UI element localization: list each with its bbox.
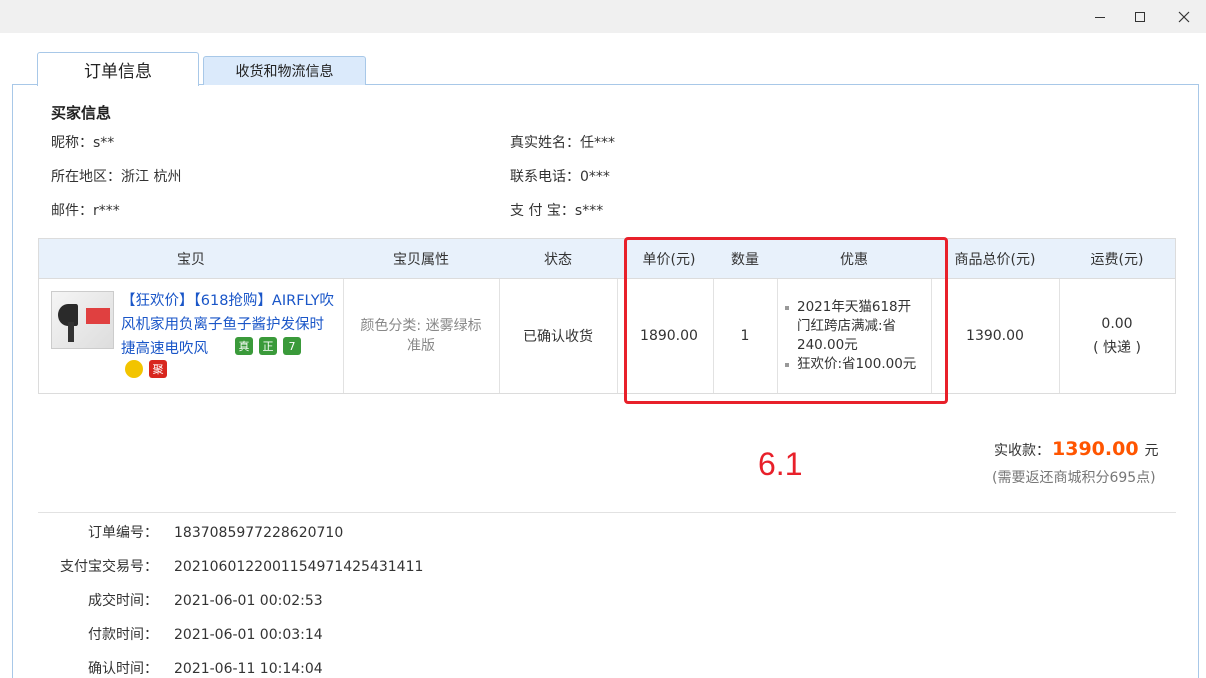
ju-badge-icon: 聚	[149, 360, 167, 378]
tab-shipping-info-label: 收货和物流信息	[235, 64, 334, 80]
item-status: 已确认收货	[523, 329, 593, 345]
realname-label: 真实姓名：	[510, 135, 580, 151]
annotation-label: 6.1	[758, 446, 803, 482]
close-icon[interactable]	[1172, 6, 1196, 28]
phone-row: 联系电话：0***	[510, 166, 610, 186]
order-number-row: 订单编号： 1837085977228620710	[38, 522, 343, 542]
email-label: 邮件：	[51, 203, 93, 219]
confirm-time-label: 确认时间：	[88, 661, 158, 677]
product-thumbnail[interactable]	[51, 291, 114, 349]
col-header-attribute: 宝贝属性	[393, 252, 449, 268]
minimize-icon[interactable]	[1088, 6, 1112, 28]
alipay-trade-row: 支付宝交易号： 2021060122001154971425431411	[38, 556, 423, 576]
alipay-label: 支 付 宝：	[510, 203, 575, 219]
phone-label: 联系电话：	[510, 169, 580, 185]
nickname-value: s**	[93, 135, 115, 151]
confirm-time-value: 2021-06-11 10:14:04	[174, 661, 323, 677]
authentic-badge-icon: 真	[235, 337, 253, 355]
deal-time-value: 2021-06-01 00:02:53	[174, 593, 323, 609]
points-note: (需要返还商城积分695点)	[992, 470, 1156, 486]
alipay-value: s***	[574, 203, 604, 219]
nickname-row: 昵称：s**	[51, 132, 114, 152]
col-header-status: 状态	[544, 252, 572, 268]
received-currency: 元	[1144, 443, 1159, 459]
alipay-trade-value: 2021060122001154971425431411	[174, 559, 424, 575]
realname-value: 任***	[580, 135, 615, 151]
item-total: 1390.00	[966, 328, 1024, 344]
buyer-info-title: 买家信息	[51, 104, 112, 122]
realname-row: 真实姓名：任***	[510, 132, 615, 152]
region-value: 浙江 杭州	[121, 169, 182, 185]
confirm-time-row: 确认时间： 2021-06-11 10:14:04	[38, 658, 323, 678]
nickname-label: 昵称：	[51, 135, 93, 151]
order-items-table: 宝贝 宝贝属性 状态 单价(元) 数量 优惠 商品总价(元) 运费(元) 【狂欢…	[38, 238, 1176, 394]
shipping-fee: 0.00	[1101, 316, 1133, 332]
item-attribute: 颜色分类: 迷雾绿标准版	[360, 318, 482, 354]
tulip-badge-icon	[125, 360, 143, 378]
region-label: 所在地区：	[51, 169, 121, 185]
tab-order-info-label: 订单信息	[84, 62, 152, 82]
deal-time-row: 成交时间： 2021-06-01 00:02:53	[38, 590, 323, 610]
phone-value: 0***	[580, 169, 610, 185]
received-amount: 1390.00	[1052, 438, 1139, 460]
region-row: 所在地区：浙江 杭州	[51, 166, 181, 186]
received-label: 实收款：	[994, 443, 1050, 459]
tab-shipping-info[interactable]: 收货和物流信息	[203, 56, 366, 85]
email-value: r***	[93, 203, 120, 219]
alipay-row: 支 付 宝：s***	[510, 200, 603, 220]
item-shipping: 0.00 ( 快递 )	[1059, 279, 1175, 393]
window-titlebar	[0, 0, 1206, 33]
email-row: 邮件：r***	[51, 200, 120, 220]
highlight-box	[624, 237, 948, 404]
product-title-link[interactable]: 【狂欢价】【618抢购】AIRFLY吹风机家用负离子鱼子酱护发保时捷高速电吹风	[121, 289, 337, 361]
payment-time-row: 付款时间： 2021-06-01 00:03:14	[38, 624, 323, 644]
tab-order-info[interactable]: 订单信息	[37, 52, 199, 86]
table-header: 宝贝 宝贝属性 状态 单价(元) 数量 优惠 商品总价(元) 运费(元)	[39, 239, 1175, 279]
genuine-badge-icon: 正	[259, 337, 277, 355]
table-row: 【狂欢价】【618抢购】AIRFLY吹风机家用负离子鱼子酱护发保时捷高速电吹风 …	[39, 279, 343, 393]
payment-time-value: 2021-06-01 00:03:14	[174, 627, 323, 643]
payment-time-label: 付款时间：	[88, 627, 158, 643]
shipping-method: ( 快递 )	[1093, 340, 1141, 356]
order-number-value: 1837085977228620710	[174, 525, 344, 541]
order-number-label: 订单编号：	[88, 525, 158, 541]
maximize-icon[interactable]	[1128, 6, 1152, 28]
deal-time-label: 成交时间：	[88, 593, 158, 609]
col-header-total: 商品总价(元)	[954, 252, 1036, 268]
received-amount-row: 实收款： 1390.00 元	[994, 438, 1159, 460]
col-header-item: 宝贝	[177, 252, 205, 268]
divider	[38, 512, 1176, 513]
seven-day-return-badge-icon: 7	[283, 337, 301, 355]
col-header-shipping: 运费(元)	[1090, 252, 1144, 268]
alipay-trade-label: 支付宝交易号：	[60, 559, 158, 575]
